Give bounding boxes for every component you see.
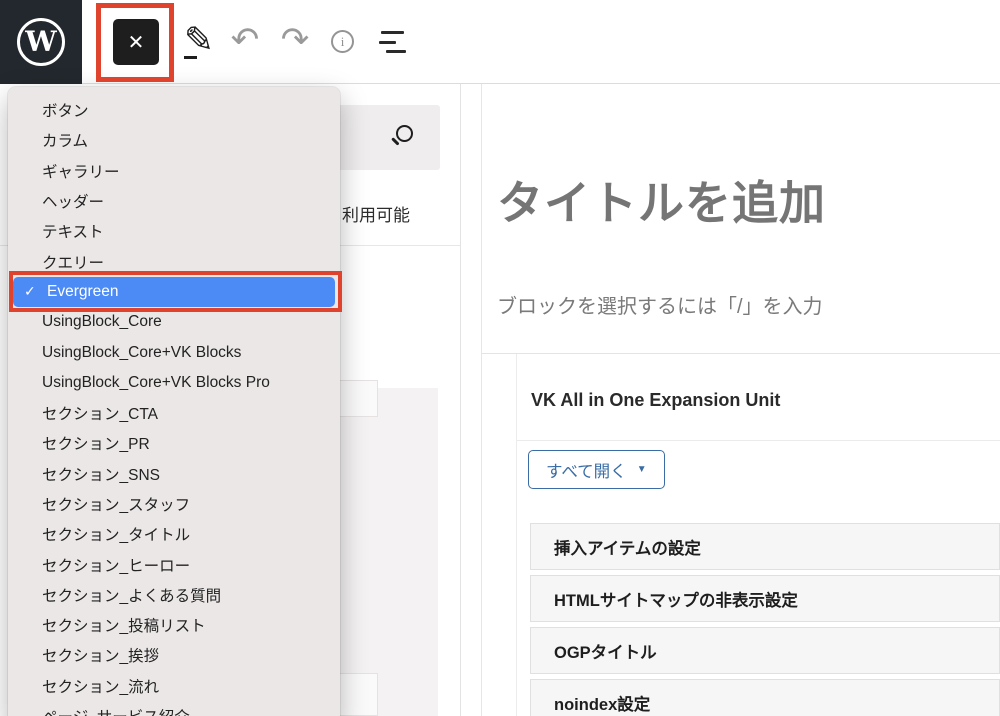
close-icon: ✕ [128, 30, 145, 54]
caret-down-icon: ▼ [637, 464, 647, 475]
dropdown-item-label: ヘッダー [42, 190, 104, 212]
wordpress-logo-letter: W [25, 28, 56, 56]
open-all-label: すべて開く [546, 458, 627, 482]
available-label: 利用可能 [342, 201, 410, 226]
post-title-input[interactable]: タイトルを追加 [497, 167, 826, 233]
dropdown-menu-item[interactable]: セクション_流れ [8, 671, 340, 701]
dropdown-item-label: セクション_CTA [42, 402, 158, 424]
dropdown-menu-item[interactable]: セクション_ヒーロー [8, 549, 340, 579]
dropdown-menu-item[interactable]: セクション_SNS [8, 459, 340, 489]
dropdown-menu-item[interactable]: セクション_挨拶 [8, 640, 340, 670]
dropdown-menu-item[interactable]: セクション_投稿リスト [8, 610, 340, 640]
redo-icon[interactable]: ↷ [276, 20, 314, 60]
dropdown-menu-item[interactable]: UsingBlock_Core [8, 307, 340, 337]
canvas-left-border [481, 84, 482, 716]
dropdown-menu-item[interactable]: セクション_CTA [8, 398, 340, 428]
dropdown-item-label: Evergreen [47, 283, 119, 301]
block-placeholder-text[interactable]: ブロックを選択するには「/」を入力 [497, 290, 823, 319]
dropdown-menu-item[interactable]: ボタン [8, 95, 340, 125]
info-icon[interactable]: i [331, 30, 354, 53]
accordion-row[interactable]: HTMLサイトマップの非表示設定 [530, 575, 1000, 622]
editor-canvas: タイトルを追加 ブロックを選択するには「/」を入力 VK All in One … [461, 84, 1000, 716]
dropdown-menu-item[interactable]: セクション_よくある質問 [8, 580, 340, 610]
dropdown-menu-item[interactable]: セクション_スタッフ [8, 489, 340, 519]
wordpress-block-editor: W ✕ ✎ ↶ ↷ i 利用可能 [0, 0, 1000, 716]
dropdown-item-label: UsingBlock_Core+VK Blocks [42, 344, 241, 362]
dropdown-menu-item[interactable]: セクション_タイトル [8, 519, 340, 549]
pattern-category-dropdown-menu: ボタン カラム ギャラリー ヘッダー テキスト クエリー ✓ Evergreen [8, 87, 340, 716]
metabox-header-divider [517, 440, 1000, 441]
list-view-icon[interactable] [379, 29, 405, 55]
checkmark-icon: ✓ [24, 283, 47, 300]
dropdown-item-label: セクション_SNS [42, 463, 160, 485]
dropdown-menu-item[interactable]: カラム [8, 125, 340, 155]
accordion-row[interactable]: OGPタイトル [530, 627, 1000, 674]
dropdown-menu-item[interactable]: クエリー [8, 246, 340, 276]
pattern-card[interactable] [338, 380, 378, 417]
accordion-row-label: noindex設定 [554, 691, 650, 715]
dropdown-item-label: UsingBlock_Core [42, 313, 162, 331]
dropdown-item-label: ボタン [42, 99, 89, 121]
wp-admin-button[interactable]: W [0, 0, 82, 84]
pattern-card[interactable] [338, 673, 378, 716]
dropdown-menu-item[interactable]: セクション_PR [8, 428, 340, 458]
accordion-row-label: 挿入アイテムの設定 [554, 535, 701, 559]
dropdown-item-label: テキスト [42, 220, 104, 242]
wordpress-logo-icon: W [17, 18, 65, 66]
dropdown-item-label: セクション_スタッフ [42, 493, 190, 515]
dropdown-menu-item[interactable]: テキスト [8, 216, 340, 246]
dropdown-menu-item[interactable]: ページ_サービス紹介 [8, 701, 340, 716]
accordion-row-label: OGPタイトル [554, 639, 657, 663]
dropdown-item-label: ギャラリー [42, 160, 120, 182]
dropdown-menu-item[interactable]: UsingBlock_Core+VK Blocks [8, 337, 340, 367]
block-inserter-toggle-button[interactable]: ✕ [113, 19, 159, 65]
undo-icon[interactable]: ↶ [226, 20, 264, 60]
dropdown-item-label: UsingBlock_Core+VK Blocks Pro [42, 374, 270, 392]
dropdown-item-label: セクション_タイトル [42, 523, 190, 545]
edit-pencil-icon[interactable]: ✎ [182, 18, 216, 62]
metabox-left-border [516, 354, 517, 716]
dropdown-item-label: クエリー [42, 251, 104, 273]
dropdown-menu-item[interactable]: ✓ Evergreen [13, 277, 335, 307]
open-all-button[interactable]: すべて開く ▼ [528, 450, 665, 489]
dropdown-item-label: セクション_挨拶 [42, 644, 159, 666]
accordion-row[interactable]: 挿入アイテムの設定 [530, 523, 1000, 570]
dropdown-item-label: セクション_PR [42, 432, 150, 454]
dropdown-menu-item[interactable]: ギャラリー [8, 156, 340, 186]
dropdown-item-label: セクション_ヒーロー [42, 554, 190, 576]
accordion-row[interactable]: noindex設定 [530, 679, 1000, 716]
search-icon [396, 125, 413, 142]
dropdown-item-label: セクション_流れ [42, 675, 159, 697]
metabox-accordion: 挿入アイテムの設定 HTMLサイトマップの非表示設定 OGPタイトル noind… [530, 523, 1000, 716]
metabox-top-border [482, 353, 1000, 354]
dropdown-menu-item[interactable]: UsingBlock_Core+VK Blocks Pro [8, 368, 340, 398]
editor-toolbar: W ✕ ✎ ↶ ↷ i [0, 0, 1000, 84]
dropdown-item-label: カラム [42, 129, 88, 151]
dropdown-menu-item[interactable]: ヘッダー [8, 186, 340, 216]
accordion-row-label: HTMLサイトマップの非表示設定 [554, 587, 798, 611]
metabox-title: VK All in One Expansion Unit [531, 390, 780, 411]
dropdown-item-label: ページ_サービス紹介 [42, 705, 190, 716]
dropdown-item-label: セクション_投稿リスト [42, 614, 206, 636]
dropdown-item-label: セクション_よくある質問 [42, 584, 221, 606]
